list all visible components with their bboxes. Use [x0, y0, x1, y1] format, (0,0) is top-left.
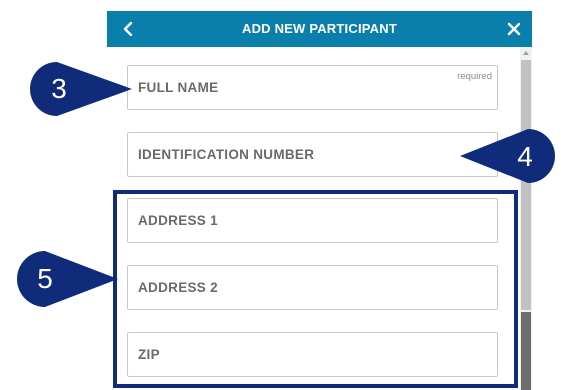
full-name-input[interactable]: [128, 66, 497, 109]
dialog-title: ADD NEW PARTICIPANT: [242, 21, 397, 36]
scrollbar-thumb-active[interactable]: [521, 312, 531, 390]
callout-4-marker: [460, 129, 555, 183]
required-label: required: [457, 71, 492, 82]
address2-input[interactable]: [128, 266, 497, 309]
zip-field: [127, 332, 498, 377]
address2-field: [127, 265, 498, 310]
callout-3-number: 3: [51, 73, 67, 104]
close-icon: [507, 22, 521, 36]
zip-input[interactable]: [128, 333, 497, 376]
address1-input[interactable]: [128, 199, 497, 242]
callout-3-marker: [30, 62, 132, 116]
address1-field: [127, 198, 498, 243]
close-button[interactable]: [502, 17, 526, 41]
add-participant-dialog: ADD NEW PARTICIPANT required: [107, 0, 532, 390]
screenshot-stage: ADD NEW PARTICIPANT required: [0, 0, 561, 390]
callout-5-marker: [17, 251, 118, 307]
identification-number-input[interactable]: [128, 133, 497, 176]
dialog-header: ADD NEW PARTICIPANT: [107, 11, 532, 47]
scroll-up-arrow-icon[interactable]: [520, 47, 532, 59]
full-name-field: required: [127, 65, 498, 110]
scrollbar[interactable]: [520, 47, 532, 390]
identification-number-field: [127, 132, 498, 177]
callout-4-number: 4: [517, 141, 533, 172]
callout-5-number: 5: [37, 263, 53, 294]
